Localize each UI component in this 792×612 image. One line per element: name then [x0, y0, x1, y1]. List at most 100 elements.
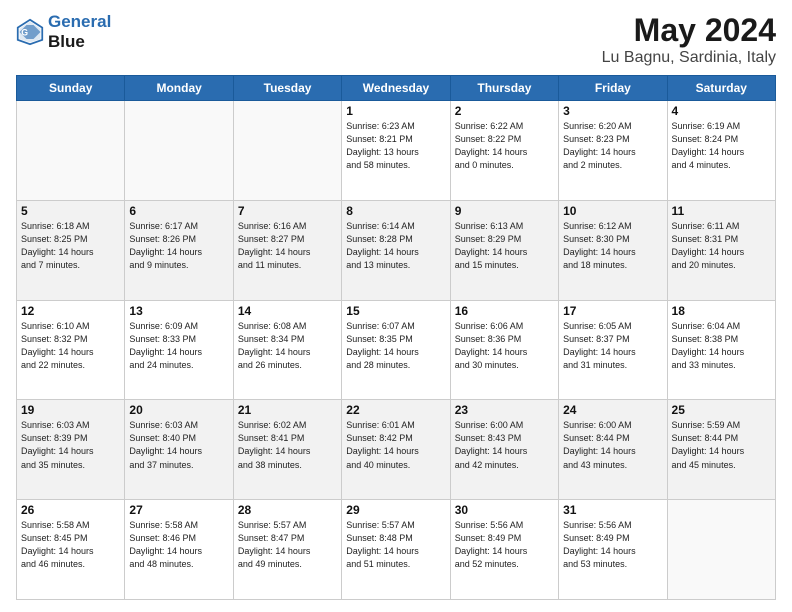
day-number: 12 [21, 304, 120, 318]
day-number: 13 [129, 304, 228, 318]
day-info: Sunrise: 5:59 AMSunset: 8:44 PMDaylight:… [672, 419, 771, 471]
day-number: 14 [238, 304, 337, 318]
location-subtitle: Lu Bagnu, Sardinia, Italy [602, 49, 776, 67]
calendar-cell: 15 Sunrise: 6:07 AMSunset: 8:35 PMDayligh… [342, 300, 450, 400]
page: G General Blue May 2024 Lu Bagnu, Sardin… [0, 0, 792, 612]
day-info: Sunrise: 6:07 AMSunset: 8:35 PMDaylight:… [346, 320, 445, 372]
header: G General Blue May 2024 Lu Bagnu, Sardin… [16, 12, 776, 67]
col-header-thursday: Thursday [450, 76, 558, 101]
day-info: Sunrise: 6:09 AMSunset: 8:33 PMDaylight:… [129, 320, 228, 372]
day-info: Sunrise: 6:00 AMSunset: 8:43 PMDaylight:… [455, 419, 554, 471]
day-number: 20 [129, 403, 228, 417]
day-info: Sunrise: 6:18 AMSunset: 8:25 PMDaylight:… [21, 220, 120, 272]
day-number: 16 [455, 304, 554, 318]
day-info: Sunrise: 6:22 AMSunset: 8:22 PMDaylight:… [455, 120, 554, 172]
calendar-cell: 31 Sunrise: 5:56 AMSunset: 8:49 PMDayligh… [559, 500, 667, 600]
day-info: Sunrise: 6:06 AMSunset: 8:36 PMDaylight:… [455, 320, 554, 372]
calendar-cell: 5 Sunrise: 6:18 AMSunset: 8:25 PMDaylight… [17, 200, 125, 300]
day-number: 6 [129, 204, 228, 218]
day-info: Sunrise: 6:08 AMSunset: 8:34 PMDaylight:… [238, 320, 337, 372]
day-number: 30 [455, 503, 554, 517]
day-number: 27 [129, 503, 228, 517]
day-info: Sunrise: 5:57 AMSunset: 8:47 PMDaylight:… [238, 519, 337, 571]
calendar-cell [233, 101, 341, 201]
day-number: 11 [672, 204, 771, 218]
calendar-cell: 17 Sunrise: 6:05 AMSunset: 8:37 PMDayligh… [559, 300, 667, 400]
day-info: Sunrise: 6:16 AMSunset: 8:27 PMDaylight:… [238, 220, 337, 272]
day-number: 24 [563, 403, 662, 417]
calendar-cell: 7 Sunrise: 6:16 AMSunset: 8:27 PMDaylight… [233, 200, 341, 300]
col-header-sunday: Sunday [17, 76, 125, 101]
day-info: Sunrise: 6:17 AMSunset: 8:26 PMDaylight:… [129, 220, 228, 272]
calendar-cell: 14 Sunrise: 6:08 AMSunset: 8:34 PMDayligh… [233, 300, 341, 400]
day-info: Sunrise: 6:02 AMSunset: 8:41 PMDaylight:… [238, 419, 337, 471]
title-block: May 2024 Lu Bagnu, Sardinia, Italy [602, 12, 776, 67]
calendar-row-2: 5 Sunrise: 6:18 AMSunset: 8:25 PMDaylight… [17, 200, 776, 300]
logo: G General Blue [16, 12, 111, 51]
calendar-cell: 11 Sunrise: 6:11 AMSunset: 8:31 PMDayligh… [667, 200, 775, 300]
calendar-cell: 27 Sunrise: 5:58 AMSunset: 8:46 PMDayligh… [125, 500, 233, 600]
day-number: 29 [346, 503, 445, 517]
day-info: Sunrise: 5:56 AMSunset: 8:49 PMDaylight:… [455, 519, 554, 571]
calendar-cell: 30 Sunrise: 5:56 AMSunset: 8:49 PMDayligh… [450, 500, 558, 600]
day-info: Sunrise: 6:13 AMSunset: 8:29 PMDaylight:… [455, 220, 554, 272]
col-header-tuesday: Tuesday [233, 76, 341, 101]
day-number: 9 [455, 204, 554, 218]
day-number: 10 [563, 204, 662, 218]
calendar-cell: 29Sunrise: 5:57 AMSunset: 8:48 PMDayligh… [342, 500, 450, 600]
day-info: Sunrise: 6:05 AMSunset: 8:37 PMDaylight:… [563, 320, 662, 372]
day-info: Sunrise: 6:11 AMSunset: 8:31 PMDaylight:… [672, 220, 771, 272]
logo-text: General Blue [48, 12, 111, 51]
day-number: 18 [672, 304, 771, 318]
calendar-cell: 18 Sunrise: 6:04 AMSunset: 8:38 PMDayligh… [667, 300, 775, 400]
day-info: Sunrise: 6:04 AMSunset: 8:38 PMDaylight:… [672, 320, 771, 372]
day-number: 1 [346, 104, 445, 118]
calendar-cell: 8Sunrise: 6:14 AMSunset: 8:28 PMDaylight… [342, 200, 450, 300]
day-number: 19 [21, 403, 120, 417]
col-header-wednesday: Wednesday [342, 76, 450, 101]
day-number: 26 [21, 503, 120, 517]
calendar-row-4: 19Sunrise: 6:03 AMSunset: 8:39 PMDayligh… [17, 400, 776, 500]
logo-icon: G [16, 18, 44, 46]
calendar-table: SundayMondayTuesdayWednesdayThursdayFrid… [16, 75, 776, 600]
calendar-row-3: 12 Sunrise: 6:10 AMSunset: 8:32 PMDayligh… [17, 300, 776, 400]
col-header-friday: Friday [559, 76, 667, 101]
day-info: Sunrise: 6:19 AMSunset: 8:24 PMDaylight:… [672, 120, 771, 172]
day-number: 28 [238, 503, 337, 517]
day-number: 31 [563, 503, 662, 517]
calendar-cell: 24Sunrise: 6:00 AMSunset: 8:44 PMDayligh… [559, 400, 667, 500]
day-info: Sunrise: 6:20 AMSunset: 8:23 PMDaylight:… [563, 120, 662, 172]
calendar-cell [125, 101, 233, 201]
calendar-cell: 6 Sunrise: 6:17 AMSunset: 8:26 PMDaylight… [125, 200, 233, 300]
day-number: 15 [346, 304, 445, 318]
calendar-cell: 21 Sunrise: 6:02 AMSunset: 8:41 PMDayligh… [233, 400, 341, 500]
logo-blue: Blue [48, 32, 111, 52]
day-number: 5 [21, 204, 120, 218]
calendar-cell: 3 Sunrise: 6:20 AMSunset: 8:23 PMDaylight… [559, 101, 667, 201]
calendar-cell: 19Sunrise: 6:03 AMSunset: 8:39 PMDayligh… [17, 400, 125, 500]
calendar-cell [17, 101, 125, 201]
calendar-cell: 16 Sunrise: 6:06 AMSunset: 8:36 PMDayligh… [450, 300, 558, 400]
svg-text:G: G [21, 27, 28, 37]
day-number: 2 [455, 104, 554, 118]
day-info: Sunrise: 5:56 AMSunset: 8:49 PMDaylight:… [563, 519, 662, 571]
calendar-cell: 25Sunrise: 5:59 AMSunset: 8:44 PMDayligh… [667, 400, 775, 500]
day-info: Sunrise: 6:03 AMSunset: 8:40 PMDaylight:… [129, 419, 228, 471]
day-info: Sunrise: 5:58 AMSunset: 8:46 PMDaylight:… [129, 519, 228, 571]
calendar-row-5: 26 Sunrise: 5:58 AMSunset: 8:45 PMDayligh… [17, 500, 776, 600]
calendar-cell: 20 Sunrise: 6:03 AMSunset: 8:40 PMDayligh… [125, 400, 233, 500]
calendar-cell: 9 Sunrise: 6:13 AMSunset: 8:29 PMDaylight… [450, 200, 558, 300]
day-number: 17 [563, 304, 662, 318]
day-number: 23 [455, 403, 554, 417]
day-number: 21 [238, 403, 337, 417]
calendar-cell: 26 Sunrise: 5:58 AMSunset: 8:45 PMDayligh… [17, 500, 125, 600]
day-number: 3 [563, 104, 662, 118]
day-info: Sunrise: 6:14 AMSunset: 8:28 PMDaylight:… [346, 220, 445, 272]
day-info: Sunrise: 6:10 AMSunset: 8:32 PMDaylight:… [21, 320, 120, 372]
calendar-cell: 22Sunrise: 6:01 AMSunset: 8:42 PMDayligh… [342, 400, 450, 500]
calendar-cell: 10Sunrise: 6:12 AMSunset: 8:30 PMDayligh… [559, 200, 667, 300]
day-number: 7 [238, 204, 337, 218]
calendar-cell: 28 Sunrise: 5:57 AMSunset: 8:47 PMDayligh… [233, 500, 341, 600]
day-info: Sunrise: 6:01 AMSunset: 8:42 PMDaylight:… [346, 419, 445, 471]
day-info: Sunrise: 5:58 AMSunset: 8:45 PMDaylight:… [21, 519, 120, 571]
